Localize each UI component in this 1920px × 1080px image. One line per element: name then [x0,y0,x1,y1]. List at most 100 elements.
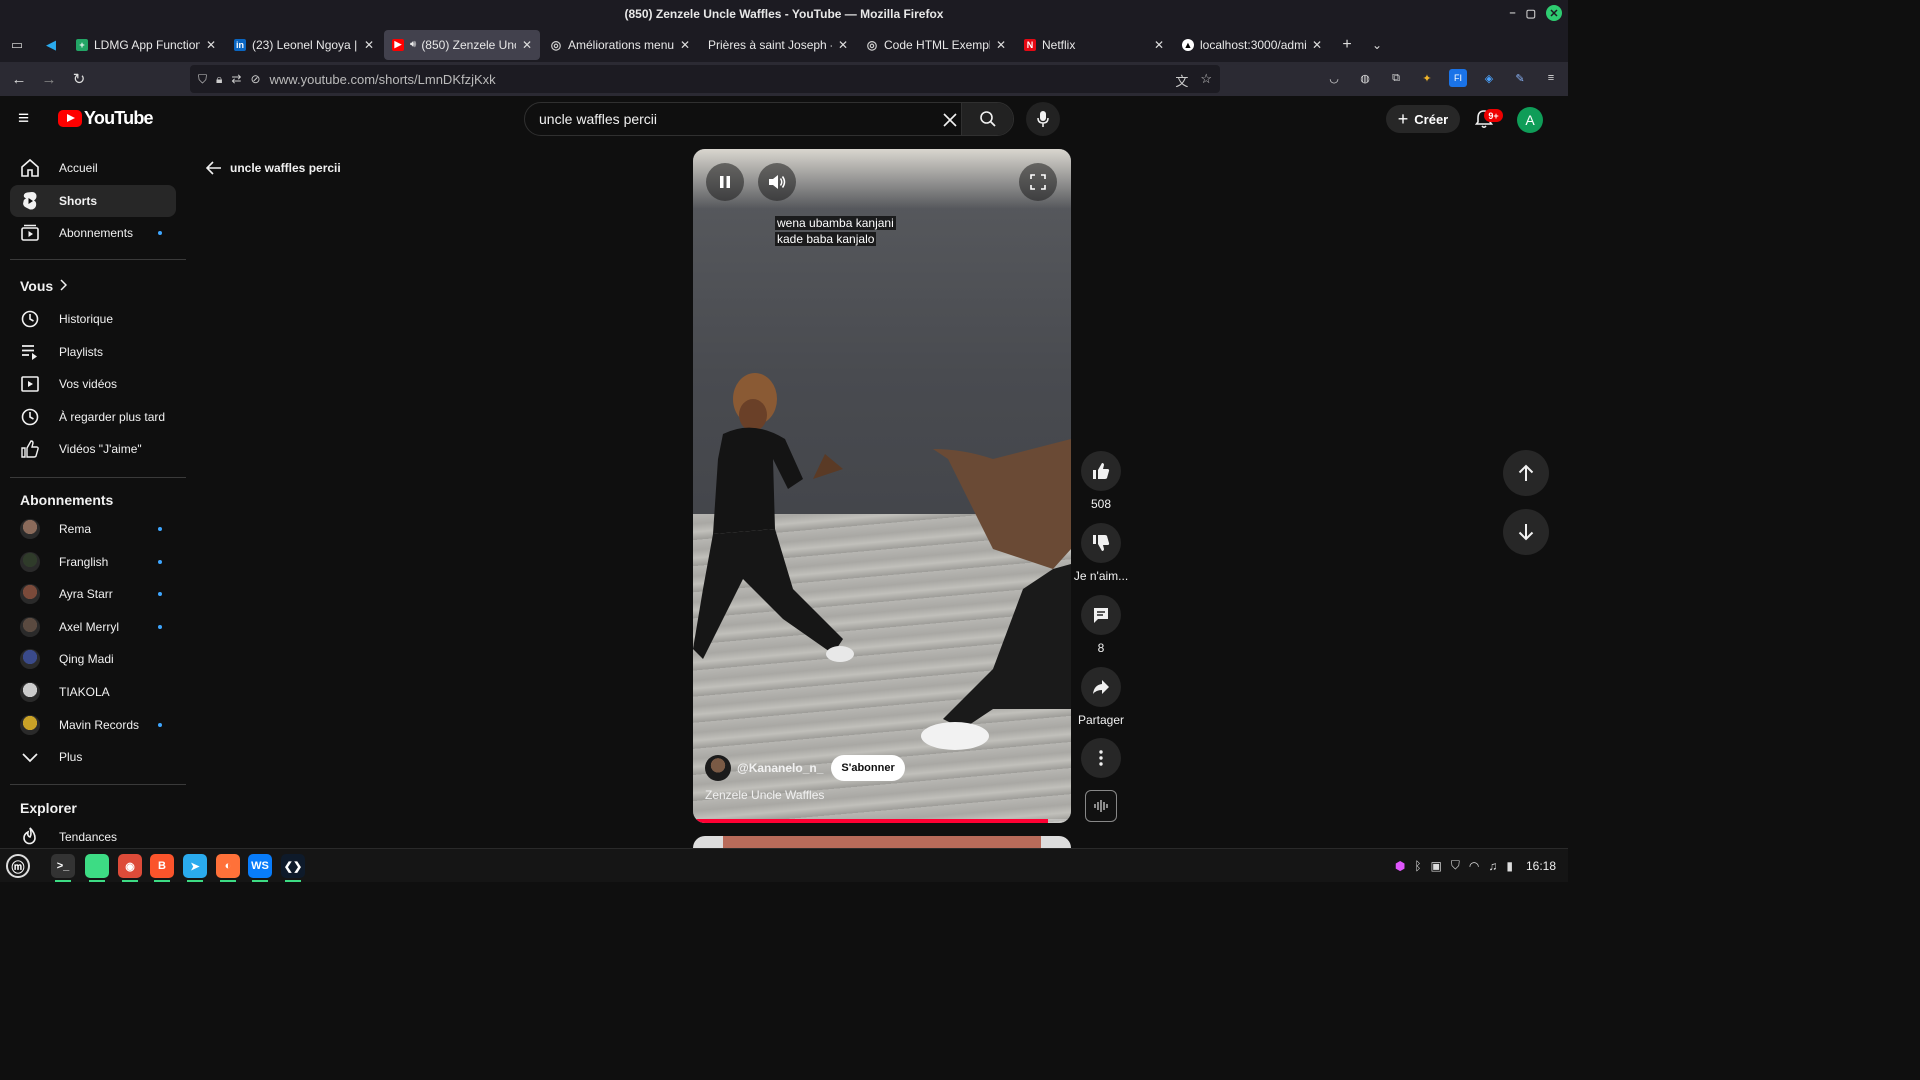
search-input[interactable] [525,111,925,127]
sidebar-heading-you[interactable]: Vous [20,278,68,294]
video-progress-bar[interactable] [693,819,1071,823]
comments-button[interactable] [1081,595,1121,635]
webstorm-icon[interactable]: WS [248,854,272,878]
close-window-icon[interactable]: ✕ [1546,5,1562,21]
tab-close-icon[interactable]: ✕ [364,38,374,52]
create-button[interactable]: + Créer [1386,105,1460,133]
tab-close-icon[interactable]: ✕ [1154,38,1164,52]
shorts-video-player[interactable]: wena ubamba kanjani kade baba kanjalo @Ka… [693,149,1071,823]
vscode-icon[interactable]: ❮❯ [281,854,305,878]
sound-remix-button[interactable] [1085,790,1117,822]
tab-audio-icon[interactable]: 🔊︎ [410,39,416,50]
previous-short-button[interactable] [1503,450,1549,496]
clipboard-icon[interactable]: ▣ [1431,859,1442,873]
next-short-preview[interactable] [693,836,1071,848]
guide-menu-icon[interactable]: ≡ [18,108,40,130]
sidebar-item-axel-merryl[interactable]: Axel Merryl [10,611,176,643]
tracking-protection-icon[interactable]: ⛉ [198,72,207,87]
browser-tab[interactable]: ◎ Améliorations menu slash ✕ [542,30,698,60]
sidebar-item-playlists[interactable]: Playlists [10,336,176,368]
lock-icon[interactable]: 🔒︎ [216,72,222,87]
sidebar-item-historique[interactable]: Historique [10,303,176,335]
extensions-icon[interactable]: ⧉ [1387,69,1405,87]
channel-name[interactable]: @Kananelo_n_ [737,761,823,775]
bookmark-star-icon[interactable]: ☆ [1200,71,1212,90]
browser-tab[interactable]: ◎ Code HTML Exemple ✕ [858,30,1014,60]
voice-search-button[interactable] [1026,102,1060,136]
search-box[interactable] [524,102,1014,136]
sidebar-item-regarder-plus-tard[interactable]: À regarder plus tard [10,401,176,433]
browser-tab[interactable]: in (23) Leonel Ngoya | LinkedIn ✕ [226,30,382,60]
back-icon[interactable]: ← [4,64,34,94]
video-title[interactable]: Zenzele Uncle Waffles [705,788,824,802]
clear-search-icon[interactable] [937,107,963,133]
tab-close-icon[interactable]: ✕ [680,38,690,52]
sidebar-item-vos-vid-os[interactable]: Vos vidéos [10,368,176,400]
sidebar-item-franglish[interactable]: Franglish [10,546,176,578]
permissions-icon[interactable]: ⇄ [231,72,241,86]
telegram-pinned-tab-icon[interactable]: ◀ [34,27,68,62]
fullscreen-button[interactable] [1019,163,1057,201]
new-tab-icon[interactable]: + [1332,27,1362,62]
more-options-button[interactable] [1081,738,1121,778]
sidebar-item-shorts[interactable]: Shorts [10,184,176,217]
terminal-icon[interactable]: >_ [51,854,75,878]
tab-close-icon[interactable]: ✕ [838,38,848,52]
extension-fi-icon[interactable]: FI [1449,69,1467,87]
subscribe-button[interactable]: S'abonner [831,755,905,781]
translate-icon[interactable]: 文 [1175,71,1188,90]
volume-button[interactable] [758,163,796,201]
like-button[interactable] [1081,451,1121,491]
next-short-button[interactable] [1503,509,1549,555]
share-button[interactable] [1081,667,1121,707]
pocket-icon[interactable]: ◡ [1325,69,1343,87]
sidebar-item-rema[interactable]: Rema [10,513,176,545]
extension-badge-icon[interactable]: ✦ [1418,69,1436,87]
account-icon[interactable]: ◍ [1356,69,1374,87]
sidebar-item-mavin-records[interactable]: Mavin Records [10,709,176,741]
sidebar-item-accueil[interactable]: Accueil [10,152,176,184]
music-icon[interactable]: ♫ [1488,859,1497,873]
pause-button[interactable] [706,163,744,201]
sidebar-item-ayra-starr[interactable]: Ayra Starr [10,578,176,610]
firefox-view-icon[interactable]: ▭ [0,27,34,62]
back-to-search-link[interactable]: uncle waffles percii [206,161,341,175]
app-menu-icon[interactable]: ≡ [1542,69,1560,87]
menu-icon[interactable]: ⓜ [6,854,30,878]
sidebar-item-tendances[interactable]: Tendances [10,821,176,848]
forward-icon[interactable]: → [34,64,64,94]
youtube-logo[interactable]: YouTube [58,108,154,129]
autoplay-blocked-icon[interactable]: ⊘ [250,72,260,86]
telegram-icon[interactable]: ➤ [183,854,207,878]
browser-tab[interactable]: ▶ 🔊︎ (850) Zenzele Uncle Waffles ✕ [384,29,540,60]
account-avatar[interactable]: A [1517,107,1543,133]
dislike-button[interactable] [1081,523,1121,563]
firefox-icon[interactable]: ◐ [216,854,240,878]
chrome-icon[interactable]: ◉ [118,854,142,878]
search-button[interactable] [961,103,1013,135]
browser-tab[interactable]: N Netflix ✕ [1016,30,1172,60]
sidebar-item-more[interactable]: Plus [10,741,176,773]
reload-icon[interactable]: ↻ [64,64,94,94]
brave-icon[interactable]: B [150,854,174,878]
files-icon[interactable] [85,854,109,878]
tab-close-icon[interactable]: ✕ [996,38,1006,52]
url-text[interactable]: www.youtube.com/shorts/LmnDKfzjKxk [270,72,496,87]
browser-tab[interactable]: ▲ localhost:3000/admin/permissions ✕ [1174,30,1330,60]
clock[interactable]: 16:18 [1526,859,1556,873]
shield-tray-icon[interactable]: ⛉ [1451,858,1460,873]
color-app-tray-icon[interactable]: ⬢ [1395,859,1405,873]
minimize-icon[interactable]: – [1509,7,1515,19]
sidebar-item-tiakola[interactable]: TIAKOLA [10,676,176,708]
tab-list-icon[interactable]: ⌄ [1362,27,1392,62]
sidebar-item-vid-os-j-aime[interactable]: Vidéos "J'aime" [10,433,176,465]
bluetooth-icon[interactable]: ᛒ [1414,859,1421,873]
url-bar[interactable]: ⛉ 🔒︎ ⇄ ⊘ www.youtube.com/shorts/LmnDKfzj… [190,65,1220,93]
extension-blue-icon[interactable]: ◈ [1480,69,1498,87]
maximize-icon[interactable]: ▢ [1526,7,1536,20]
wifi-icon[interactable]: ◠ [1469,859,1479,873]
tab-close-icon[interactable]: ✕ [522,38,532,52]
battery-icon[interactable]: ▮ [1506,859,1513,873]
sidebar-item-qing-madi[interactable]: Qing Madi [10,643,176,675]
tab-close-icon[interactable]: ✕ [1312,38,1322,52]
